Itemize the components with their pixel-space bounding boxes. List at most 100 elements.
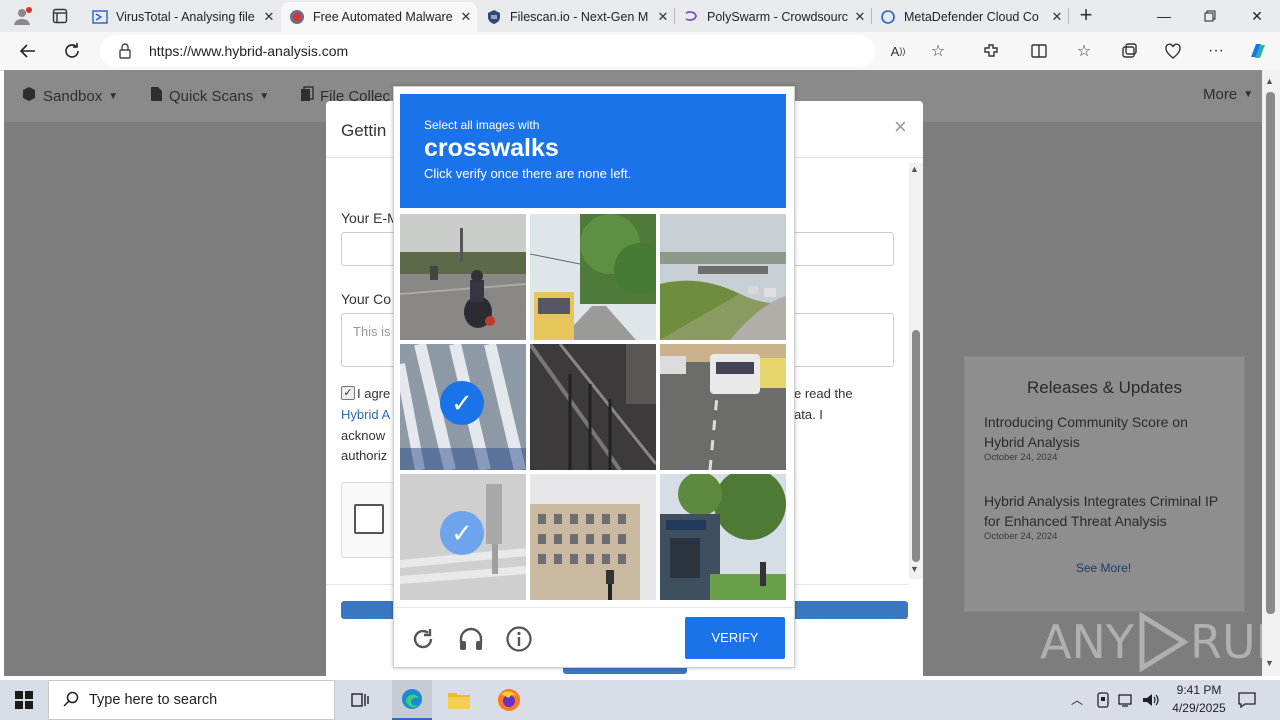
collections-icon[interactable] xyxy=(1115,37,1143,65)
favorites-icon[interactable]: ☆ xyxy=(1070,37,1098,65)
captcha-footer-divider xyxy=(393,607,793,608)
captcha-tile-building[interactable] xyxy=(530,474,656,600)
loading-spinner-icon xyxy=(880,9,896,25)
captcha-tile-overpass[interactable] xyxy=(660,214,786,340)
tab-title: VirusTotal - Analysing file xyxy=(116,10,255,24)
volume-icon[interactable] xyxy=(1142,692,1160,711)
close-tab-icon[interactable]: ✕ xyxy=(1046,9,1068,25)
tab-actions-icon[interactable] xyxy=(52,8,68,24)
edge-taskbar-icon[interactable] xyxy=(392,680,432,720)
hybrid-analysis-icon xyxy=(289,9,305,25)
selected-check-icon: ✓ xyxy=(440,511,484,555)
browser-essentials-icon[interactable] xyxy=(1159,37,1187,65)
releases-title: Releases & Updates xyxy=(1027,378,1182,397)
read-aloud-icon[interactable]: A)) xyxy=(884,37,912,65)
nav-quick-scans[interactable]: Quick Scans ▼ xyxy=(150,86,269,106)
firefox-icon[interactable] xyxy=(497,688,521,712)
modal-close-button[interactable]: × xyxy=(894,114,907,140)
task-view-icon[interactable] xyxy=(350,690,370,710)
minimize-button[interactable]: — xyxy=(1141,0,1187,32)
nav-label: More xyxy=(1203,86,1238,103)
nav-sandbox[interactable]: Sandbox ▼ xyxy=(21,86,118,106)
polyswarm-icon xyxy=(683,9,699,25)
close-tab-icon[interactable]: ✕ xyxy=(258,9,280,25)
close-window-button[interactable]: ✕ xyxy=(1234,0,1280,32)
profile-icon[interactable] xyxy=(12,6,32,26)
agree-text-line3: acknow xyxy=(341,428,386,443)
copy-icon xyxy=(300,86,314,106)
tab-title: PolySwarm - Crowdsourc xyxy=(707,10,849,24)
agree-text: I agre xyxy=(357,386,391,401)
selected-check-icon: ✓ xyxy=(440,381,484,425)
taskbar-search[interactable]: Type here to search xyxy=(48,680,335,720)
tab-polyswarm[interactable]: PolySwarm - Crowdsourc ✕ xyxy=(675,2,871,32)
virustotal-icon xyxy=(92,9,108,25)
comment-placeholder: This is xyxy=(353,324,391,339)
scroll-up-arrow-icon[interactable]: ▲ xyxy=(1265,76,1274,86)
tab-hybrid-analysis[interactable]: Free Automated Malware ✕ xyxy=(281,2,477,32)
file-explorer-icon[interactable] xyxy=(447,689,471,711)
terms-link[interactable]: Hybrid A xyxy=(341,407,390,422)
close-tab-icon[interactable]: ✕ xyxy=(455,9,477,25)
captcha-tile-staircase[interactable] xyxy=(530,344,656,470)
caret-down-icon: ▼ xyxy=(259,90,270,102)
split-screen-icon[interactable] xyxy=(1025,37,1053,65)
info-icon[interactable] xyxy=(505,625,533,653)
refresh-challenge-icon[interactable] xyxy=(410,626,436,652)
captcha-tile-station[interactable] xyxy=(660,474,786,600)
lock-icon[interactable] xyxy=(118,43,132,62)
nav-more[interactable]: More ▼ xyxy=(1203,86,1253,103)
clock-time[interactable]: 9:41 PM xyxy=(1166,683,1232,697)
modal-title: Gettin xyxy=(341,121,387,140)
modal-scrollbar-thumb[interactable] xyxy=(912,330,920,562)
tab-filescan[interactable]: Filescan.io - Next-Gen M ✕ xyxy=(478,2,674,32)
captcha-tile-crosswalk[interactable]: ✓ xyxy=(400,344,526,470)
audio-challenge-icon[interactable] xyxy=(457,625,485,653)
agree-text-continued: e read the xyxy=(794,386,853,401)
tab-title: Free Automated Malware xyxy=(313,10,453,24)
scroll-down-arrow-icon[interactable]: ▼ xyxy=(910,564,919,574)
see-more-link[interactable]: See More! xyxy=(964,561,1243,575)
captcha-tile-bus[interactable] xyxy=(530,214,656,340)
filescan-icon xyxy=(486,9,502,25)
release-item-title[interactable]: Introducing Community Score on Hybrid An… xyxy=(984,412,1224,452)
notifications-icon[interactable] xyxy=(1238,691,1256,712)
tab-virustotal[interactable]: VirusTotal - Analysing file ✕ xyxy=(84,2,280,32)
tab-title: MetaDefender Cloud Co xyxy=(904,10,1039,24)
url-text[interactable]: https://www.hybrid-analysis.com xyxy=(149,43,348,59)
verify-button[interactable]: VERIFY xyxy=(685,617,785,659)
refresh-icon[interactable] xyxy=(58,37,86,65)
agree-text-line2: ata. I xyxy=(794,407,823,422)
captcha-keyword: crosswalks xyxy=(424,134,559,162)
back-arrow-icon[interactable] xyxy=(14,37,42,65)
hcaptcha-checkbox[interactable] xyxy=(354,504,384,534)
device-icon[interactable] xyxy=(1096,692,1110,711)
windows-start-icon[interactable] xyxy=(15,691,33,709)
favorite-star-icon[interactable]: ☆ xyxy=(924,37,952,65)
restore-button[interactable] xyxy=(1187,0,1233,32)
release-item-date: October 24, 2024 xyxy=(984,531,1058,542)
tab-separator xyxy=(1068,8,1069,24)
cube-icon xyxy=(21,86,37,106)
captcha-tile-traffic[interactable] xyxy=(660,344,786,470)
tab-metadefender[interactable]: MetaDefender Cloud Co ✕ xyxy=(872,2,1068,32)
close-tab-icon[interactable]: ✕ xyxy=(652,9,674,25)
tab-separator xyxy=(871,8,872,24)
close-tab-icon[interactable]: ✕ xyxy=(849,9,871,25)
extensions-icon[interactable] xyxy=(977,37,1005,65)
clock-date[interactable]: 4/29/2025 xyxy=(1166,701,1232,715)
search-icon xyxy=(63,691,79,710)
new-tab-button[interactable]: + xyxy=(1074,4,1098,28)
scroll-down-arrow-icon[interactable]: ▼ xyxy=(1265,658,1274,668)
captcha-tile-crosswalk-pedestrian[interactable]: ✓ xyxy=(400,474,526,600)
release-item-title[interactable]: Hybrid Analysis Integrates Criminal IP f… xyxy=(984,491,1224,531)
show-hidden-icons[interactable]: ︿ xyxy=(1071,691,1083,708)
network-icon[interactable] xyxy=(1118,692,1136,711)
copilot-icon[interactable] xyxy=(1244,37,1272,65)
scroll-up-arrow-icon[interactable]: ▲ xyxy=(910,164,919,174)
page-scrollbar-thumb[interactable] xyxy=(1266,92,1275,614)
captcha-tile-motorcycle[interactable] xyxy=(400,214,526,340)
more-menu-icon[interactable]: ··· xyxy=(1202,37,1230,65)
file-icon xyxy=(150,86,163,106)
agree-checkbox[interactable]: ✓ xyxy=(341,386,355,400)
